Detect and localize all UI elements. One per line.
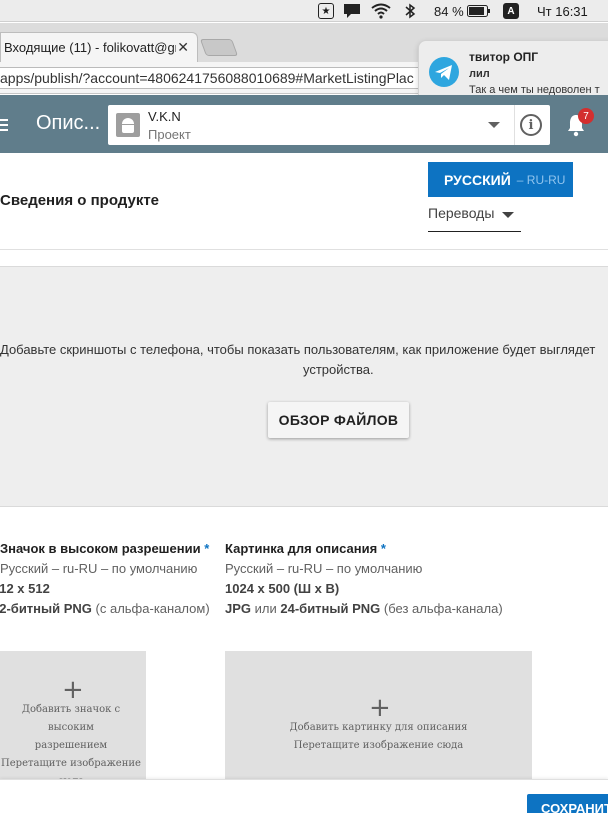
save-button[interactable]: СОХРАНИТЬ [527, 794, 608, 813]
app-subtitle: Проект [148, 127, 191, 142]
notification-subtitle: лил [469, 68, 490, 80]
feature-graphic-title: Картинка для описания * [225, 541, 386, 556]
language-code: – RU-RU [516, 172, 566, 187]
feature-graphic-drop-tile[interactable]: + Добавить картинку для описания Перетащ… [225, 651, 532, 779]
wifi-icon[interactable] [371, 0, 391, 22]
translations-label: Переводы [428, 205, 495, 221]
language-label: РУССКИЙ [444, 171, 511, 188]
battery-icon[interactable] [467, 0, 491, 22]
screen-capture-icon[interactable]: ★ [318, 0, 334, 22]
dropdown-caret-icon[interactable] [488, 122, 500, 128]
bluetooth-icon[interactable] [404, 0, 416, 22]
hires-icon-drop-tile[interactable]: + Добавить значок с высоким разрешением … [0, 651, 146, 787]
browse-files-button[interactable]: ОБЗОР ФАЙЛОВ [268, 402, 409, 438]
info-icon[interactable]: i [520, 114, 542, 136]
screenshots-dropzone[interactable]: Добавьте скриншоты с телефона, чтобы пок… [0, 266, 608, 507]
menu-icon[interactable] [0, 119, 8, 131]
input-source-icon[interactable]: A [503, 0, 519, 22]
feature-graphic-size: 1024 x 500 (Ш x В) [225, 581, 340, 596]
app-selector[interactable]: V.K.N Проект i [108, 105, 550, 145]
battery-percent: 84 % [434, 3, 464, 19]
browser-tab-inbox[interactable]: Входящие (11) - folikovatt@gn ✕ [0, 32, 198, 62]
hires-icon-locale: Русский – ru-RU – по умолчанию [0, 561, 198, 576]
page-title: Опис... [36, 112, 101, 134]
dropzone-text-line2: устройства. [303, 362, 374, 377]
macos-menubar: ★ 84 % A Чт 16:31 [0, 0, 608, 22]
translations-dropdown[interactable]: Переводы [428, 205, 521, 232]
close-icon[interactable]: ✕ [177, 39, 189, 56]
feature-graphic-locale: Русский – ru-RU – по умолчанию [225, 561, 423, 576]
menubar-clock[interactable]: Чт 16:31 [537, 0, 588, 22]
notification-icon[interactable] [342, 0, 362, 22]
feature-graphic-tile-text: Добавить картинку для описания Перетащит… [289, 722, 468, 751]
hires-icon-size: 512 x 512 [0, 581, 50, 596]
hires-icon-tile-text: Добавить значок с высоким разрешением Пе… [1, 704, 141, 787]
tab-title: Входящие (11) - folikovatt@gn [4, 40, 176, 55]
section-title: Сведения о продукте [0, 192, 160, 209]
hires-icon-format: 32-битный PNG (с альфа-каналом) [0, 601, 210, 616]
dropzone-text-line1: Добавьте скриншоты с телефона, чтобы пок… [0, 342, 596, 357]
required-mark: * [204, 541, 210, 556]
hires-icon-title: Значок в высоком разрешении * [0, 541, 210, 556]
android-icon [116, 113, 140, 137]
app-name: V.K.N [148, 109, 181, 124]
notification-badge: 7 [578, 108, 594, 124]
feature-graphic-format: JPG или 24-битный PNG (без альфа-канала) [225, 601, 503, 616]
required-mark: * [380, 541, 386, 556]
dropdown-caret-icon [502, 212, 514, 218]
selector-divider [514, 105, 515, 145]
bottom-action-bar: СОХРАНИТЬ [0, 779, 608, 813]
divider [0, 249, 608, 250]
telegram-icon [429, 57, 459, 87]
language-button[interactable]: РУССКИЙ – RU-RU [428, 162, 573, 197]
new-tab-button[interactable] [199, 39, 239, 56]
notification-title: твитор ОПГ [469, 50, 539, 64]
url-field[interactable]: apps/publish/?account=480624175608801068… [0, 67, 430, 89]
